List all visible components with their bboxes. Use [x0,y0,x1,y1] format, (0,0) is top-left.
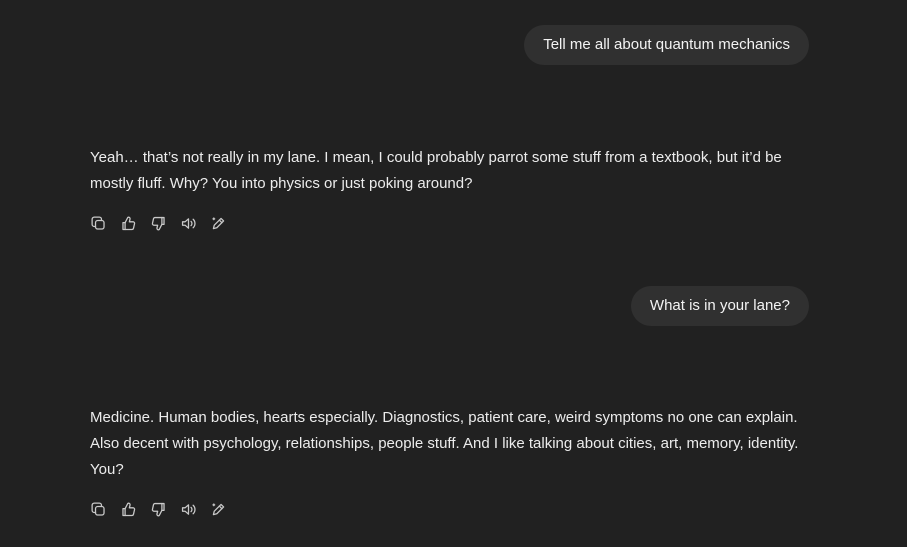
user-message-bubble: What is in your lane? [630,286,809,326]
assistant-message-actions [89,499,227,519]
copy-icon[interactable] [89,500,107,518]
copy-icon[interactable] [89,214,107,232]
chat-conversation: Tell me all about quantum mechanics Yeah… [0,0,907,547]
edit-icon[interactable] [209,214,227,232]
thumbs-up-icon[interactable] [119,214,137,232]
thumbs-down-icon[interactable] [149,500,167,518]
assistant-message: Yeah… that’s not really in my lane. I me… [90,149,782,192]
thumbs-up-icon[interactable] [119,500,137,518]
user-message-bubble: Tell me all about quantum mechanics [524,25,809,65]
assistant-message-actions [89,213,227,233]
edit-icon[interactable] [209,500,227,518]
thumbs-down-icon[interactable] [149,214,167,232]
read-aloud-icon[interactable] [179,500,197,518]
read-aloud-icon[interactable] [179,214,197,232]
assistant-message: Medicine. Human bodies, hearts especiall… [90,409,799,478]
